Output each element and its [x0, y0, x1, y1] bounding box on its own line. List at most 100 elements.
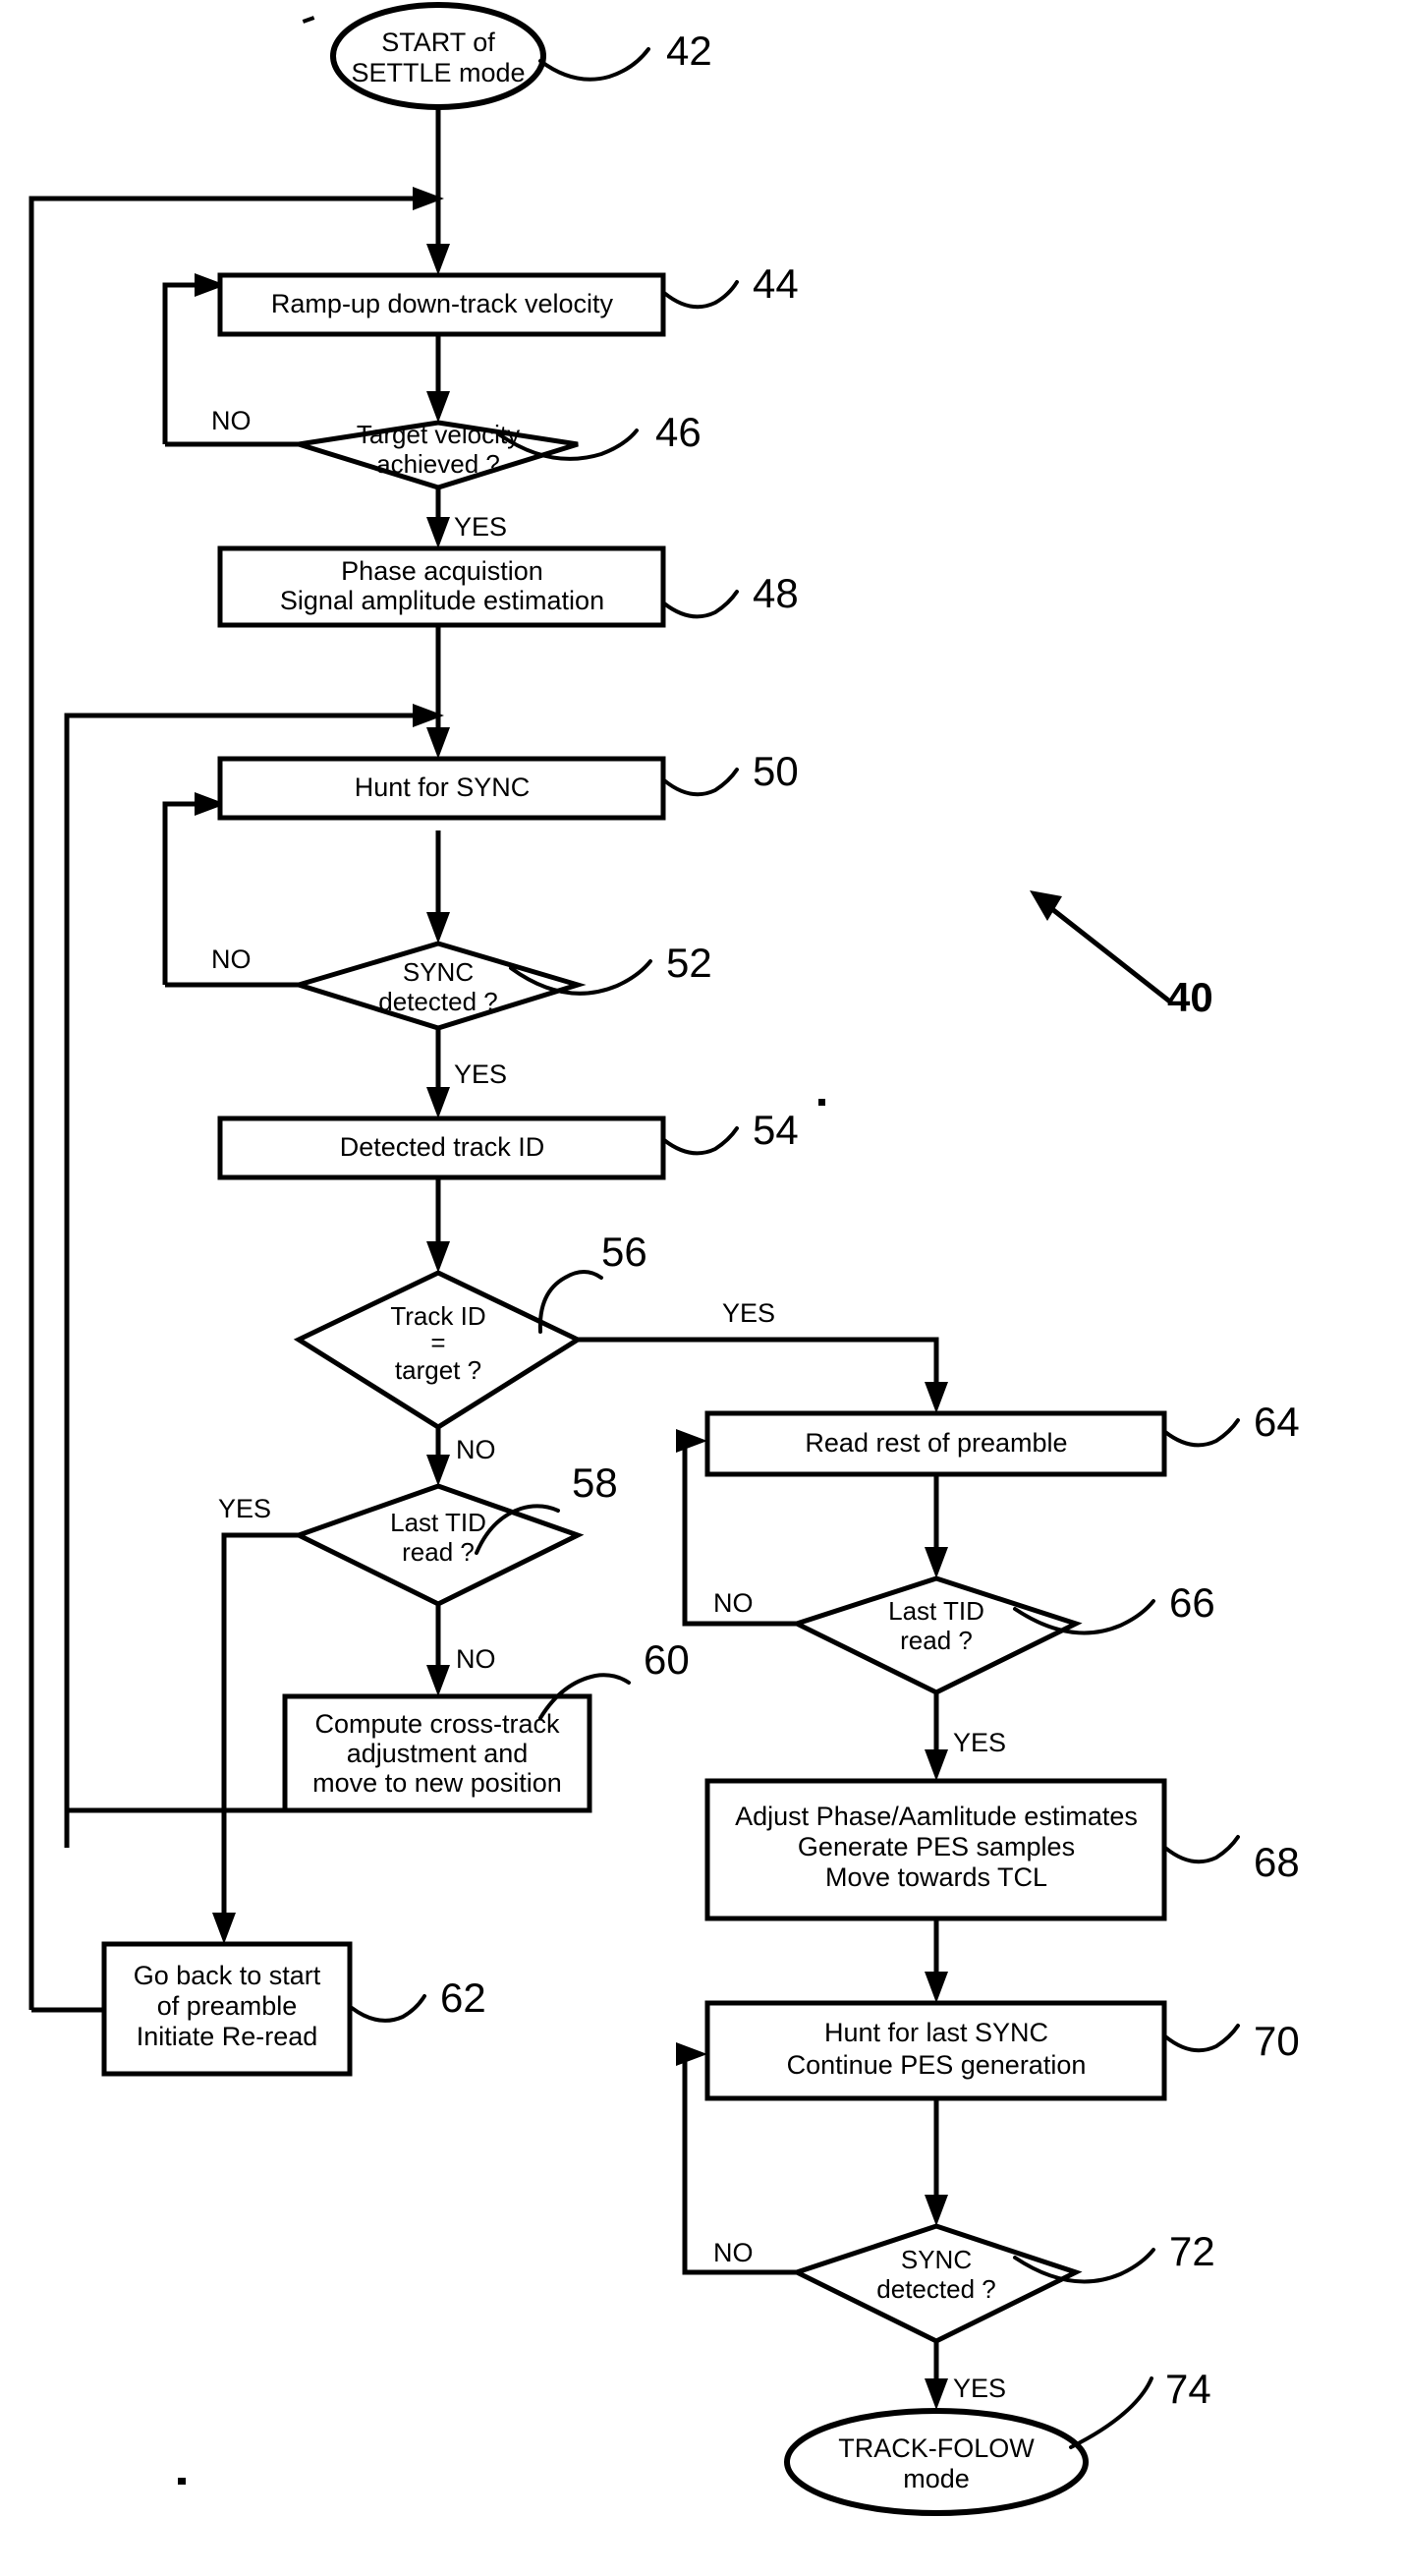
arrowhead	[925, 2195, 948, 2226]
ref-num-60: 60	[644, 1636, 690, 1683]
node-74-line-2: mode	[903, 2464, 970, 2493]
ref-num-46: 46	[655, 409, 702, 455]
arrowhead	[925, 2378, 948, 2410]
leader-54	[662, 1126, 739, 1156]
ref-num-56: 56	[601, 1229, 647, 1275]
leader-70	[1163, 2024, 1240, 2053]
arrowhead	[426, 391, 450, 423]
edge-label-52-no: NO	[211, 945, 252, 974]
figure-pointer-arrowhead	[1030, 890, 1062, 921]
scan-speck	[178, 2478, 186, 2485]
edge-56-yes-to-64	[578, 1337, 939, 1391]
node-62-line-3: Initiate Re-read	[137, 2022, 318, 2051]
arrowhead	[925, 1547, 948, 1578]
node-66-line-2: read ?	[900, 1626, 973, 1655]
arrowhead	[426, 1455, 450, 1486]
leader-48	[662, 590, 739, 619]
arrowhead	[426, 727, 450, 759]
node-48-line-2: Signal amplitude estimation	[280, 586, 604, 615]
leader-62	[350, 1994, 426, 2023]
leader-68	[1163, 1835, 1240, 1864]
node-66-line-1: Last TID	[888, 1596, 984, 1626]
node-56-line-1: Track ID	[390, 1301, 485, 1331]
edge-label-56-no: NO	[456, 1435, 496, 1464]
edge-label-52-yes: YES	[454, 1059, 507, 1089]
node-54-label: Detected track ID	[340, 1132, 545, 1162]
arrowhead	[426, 1241, 450, 1273]
arrowhead	[676, 1429, 707, 1453]
ref-num-72: 72	[1169, 2228, 1215, 2274]
figure-reference-numeral: 40	[1167, 974, 1213, 1020]
ref-num-74: 74	[1165, 2366, 1211, 2412]
ref-num-66: 66	[1169, 1579, 1215, 1626]
node-58-line-2: read ?	[402, 1537, 475, 1567]
edge-label-56-yes: YES	[722, 1298, 775, 1328]
edge-label-66-yes: YES	[953, 1728, 1006, 1757]
arrowhead	[212, 1913, 236, 1944]
edge-label-58-yes: YES	[218, 1494, 271, 1523]
node-56-line-3: target ?	[395, 1355, 481, 1385]
node-64-label: Read rest of preamble	[805, 1428, 1067, 1458]
arrowhead	[426, 912, 450, 944]
edge-62-return-to-hunt	[64, 713, 424, 1848]
leader-44	[662, 280, 739, 310]
node-60-line-2: adjustment and	[347, 1739, 529, 1768]
ref-num-44: 44	[753, 260, 799, 307]
ref-num-48: 48	[753, 570, 799, 616]
node-70-line-1: Hunt for last SYNC	[824, 2018, 1048, 2047]
node-50-label: Hunt for SYNC	[355, 773, 531, 802]
edge-label-72-yes: YES	[953, 2374, 1006, 2403]
node-ramp-up-label: Ramp-up down-track velocity	[271, 289, 614, 318]
figure-pointer-line	[1041, 900, 1173, 1004]
node-52-line-2: detected ?	[378, 987, 497, 1016]
node-56-line-2: =	[430, 1328, 445, 1357]
node-62-line-2: of preamble	[157, 1991, 298, 2021]
edge-label-46-no: NO	[211, 406, 252, 435]
ref-num-70: 70	[1254, 2018, 1300, 2064]
node-46-line-1: Target velocity	[357, 420, 520, 449]
arrowhead	[925, 1749, 948, 1781]
node-68-line-2: Generate PES samples	[798, 1832, 1075, 1861]
scan-speck	[302, 16, 315, 24]
node-72-line-2: detected ?	[876, 2274, 995, 2304]
ref-num-54: 54	[753, 1107, 799, 1153]
arrowhead	[925, 1972, 948, 2003]
arrowhead	[426, 1087, 450, 1118]
ref-num-64: 64	[1254, 1399, 1300, 1445]
flowchart-canvas: START of SETTLE mode Ramp-up down-track …	[28, 2, 1300, 2516]
edge-label-46-yes: YES	[454, 512, 507, 542]
leader-42	[538, 47, 650, 82]
node-start-line-2: SETTLE mode	[351, 58, 525, 87]
ref-num-68: 68	[1254, 1839, 1300, 1885]
node-60-line-1: Compute cross-track	[314, 1709, 560, 1739]
ref-num-52: 52	[666, 940, 712, 986]
ref-num-58: 58	[572, 1460, 618, 1506]
arrowhead	[925, 1382, 948, 1413]
node-52-line-1: SYNC	[403, 957, 474, 987]
node-start-line-1: START of	[381, 28, 495, 57]
node-62-line-1: Go back to start	[134, 1961, 321, 1990]
edge-label-72-no: NO	[713, 2238, 754, 2267]
flowchart-figure: START of SETTLE mode Ramp-up down-track …	[0, 0, 1404, 2576]
edge-label-66-no: NO	[713, 1588, 754, 1618]
node-68-line-1: Adjust Phase/Aamlitude estimates	[735, 1802, 1138, 1831]
leader-74	[1069, 2376, 1153, 2449]
ref-num-62: 62	[440, 1975, 486, 2021]
scan-speck	[818, 1099, 825, 1106]
node-70-line-2: Continue PES generation	[787, 2050, 1087, 2080]
edge-52-no-loop	[162, 801, 206, 985]
edge-label-58-no: NO	[456, 1644, 496, 1674]
node-48-line-1: Phase acquistion	[341, 556, 543, 586]
node-68-line-3: Move towards TCL	[825, 1862, 1047, 1892]
ref-num-42: 42	[666, 28, 712, 74]
figure-reference-pointer	[1030, 890, 1173, 1004]
node-72-line-1: SYNC	[901, 2245, 972, 2274]
arrowhead	[426, 1665, 450, 1696]
ref-num-50: 50	[753, 748, 799, 794]
node-74-line-1: TRACK-FOLOW	[838, 2433, 1035, 2463]
node-58-line-1: Last TID	[390, 1508, 486, 1537]
arrowhead	[426, 517, 450, 548]
edge-46-no-loop	[162, 282, 206, 444]
arrowhead	[426, 244, 450, 275]
leader-64	[1163, 1418, 1240, 1448]
